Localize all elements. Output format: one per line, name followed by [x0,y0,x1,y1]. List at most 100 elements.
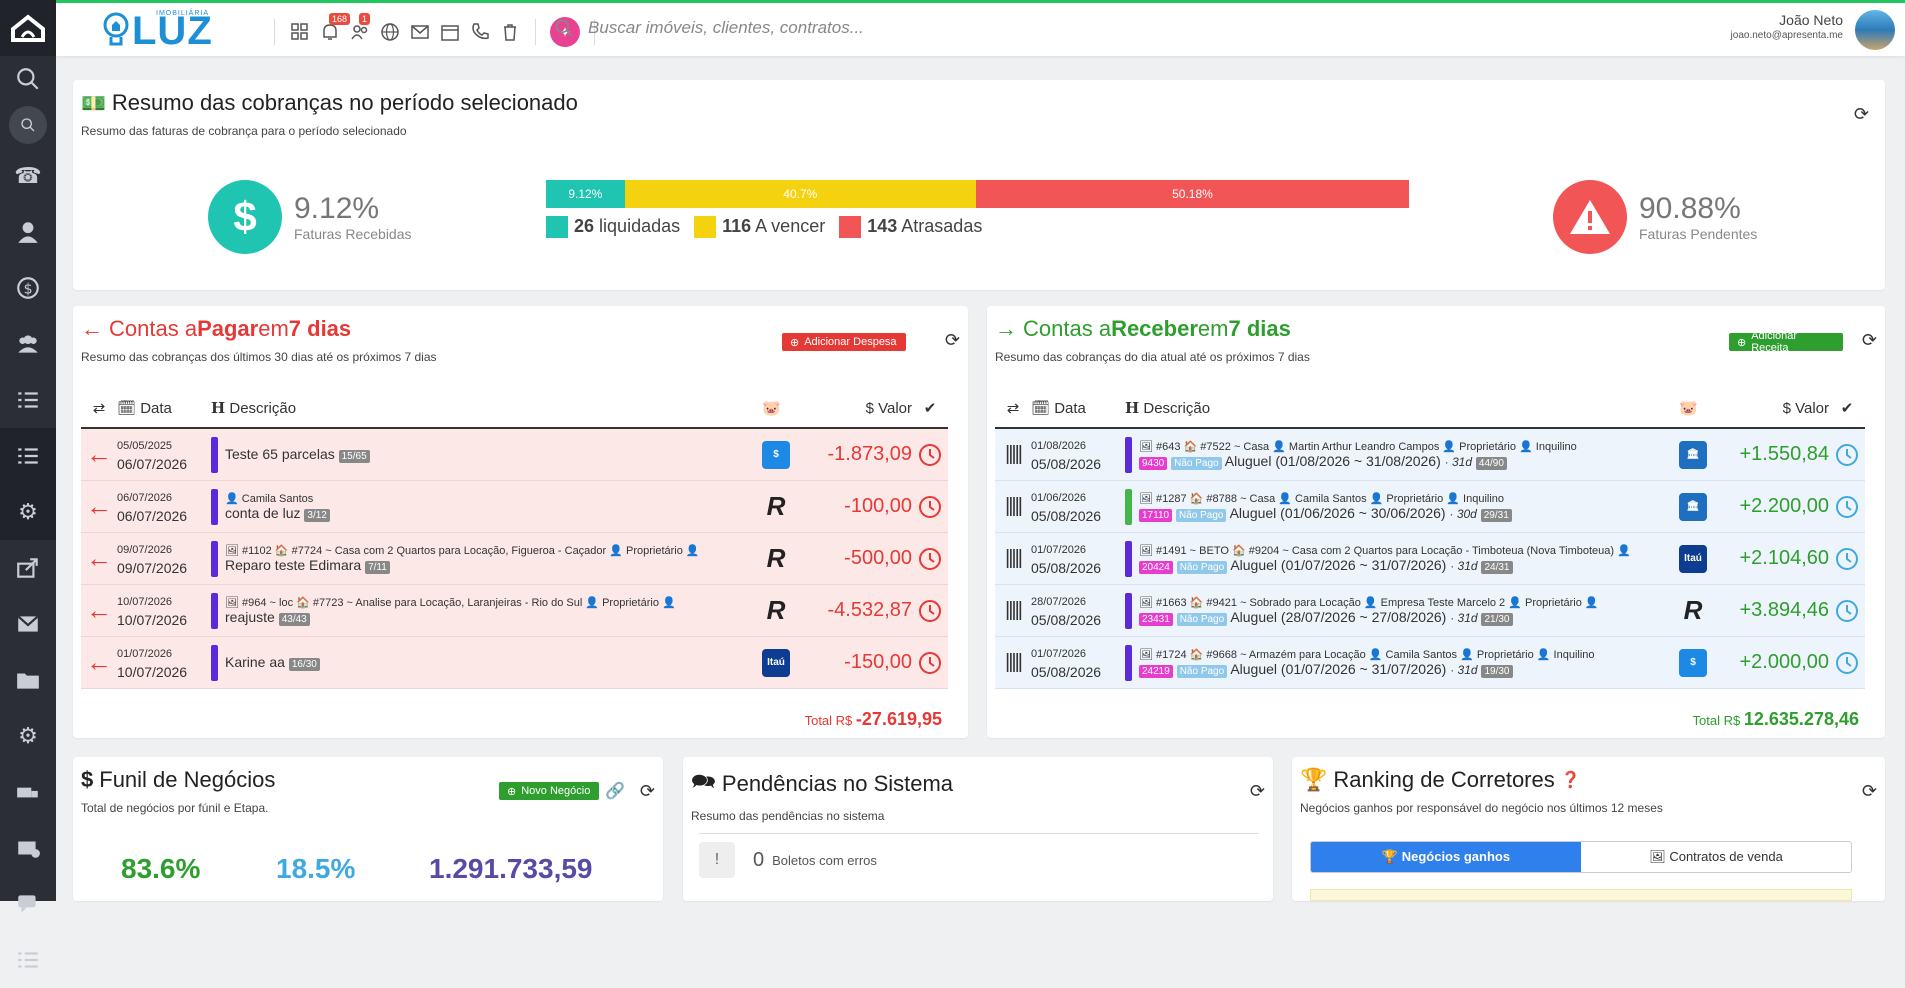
mail-settings-icon[interactable] [0,820,56,876]
barcode-icon[interactable]: ||||| [995,547,1031,570]
table-row[interactable]: ||||| 01/08/2026 05/08/2026 🖼 #643 🏠 #7522 … [995,429,1865,481]
barcode-icon[interactable]: ||||| [995,495,1031,518]
row-description: 🖼 #1102 🏠 #7724 ~ Casa com 2 Quartos par… [225,544,700,574]
add-income-button[interactable]: ⊕ Adicionar Receita [1729,330,1843,354]
help-icon[interactable]: ❓ [1561,770,1581,790]
clock-icon[interactable] [918,495,942,519]
table-row[interactable]: ||||| 01/07/2026 05/08/2026 🖼 #1724 🏠 #9668… [995,637,1865,689]
dollar-icon: $ [208,180,282,254]
globe-icon[interactable] [379,21,401,43]
settings-icon[interactable]: ⚙ [0,484,56,540]
phone-icon[interactable]: ☎ [0,148,56,204]
row-value: -4.532,87 [827,599,912,621]
progress-segment: 50.18% [975,180,1409,208]
clock-icon[interactable] [918,599,942,623]
row-description: Karine aa 16/30 [225,654,762,671]
col-date[interactable]: 🗓 Data [117,399,211,417]
legend-item[interactable]: 143 Atrasadas [839,216,982,239]
progress-segment: 40.7% [624,180,976,208]
bell-icon[interactable]: 168 [319,13,351,43]
received-pct: 9.12% [294,192,380,225]
barcode-icon[interactable]: ||||| [995,651,1031,674]
row-description: 🖼 #1491 ~ BETO 🏠 #9204 ~ Casa com 2 Quar… [1139,544,1631,574]
home-logo-icon[interactable] [0,0,56,56]
pending-label: Boletos com erros [772,852,877,868]
quick-search-button[interactable] [9,106,47,144]
finance-icon[interactable]: $ [0,260,56,316]
search-icon[interactable] [0,56,56,102]
clock-icon[interactable] [1835,495,1859,519]
list-icon[interactable] [0,932,56,988]
logo-subtitle: IMOBILIÁRIA [156,10,210,17]
table-row[interactable]: ← 05/05/2025 06/07/2026 Teste 65 parcelas 1… [81,429,948,481]
user-info[interactable]: João Neto joao.neto@apresenta.me [1731,12,1843,41]
clock-icon[interactable] [918,651,942,675]
col-description[interactable]: H Descrição [1125,399,1679,417]
pending-pct: 90.88% [1639,192,1741,225]
gears-icon[interactable]: ⚙ [0,708,56,764]
tasks-icon[interactable] [0,428,56,484]
col-date[interactable]: 🗓 Data [1031,399,1125,417]
bank-logo-icon: Itaú [762,648,790,677]
col-value[interactable]: $ Valor [1709,400,1829,417]
user-icon[interactable] [0,204,56,260]
summary-card: 💵 Resumo das cobranças no período selecio… [73,80,1885,290]
new-deal-button[interactable]: ⊕ Novo Negócio [499,782,599,800]
progress-segment: 9.12% [546,180,625,208]
payables-header: ⇄ 🗓 Data H Descrição 🐷 $ Valor ✔ [81,389,948,429]
ranking-title: 🏆 Ranking de Corretores ❓ [1300,767,1581,792]
global-search[interactable]: Buscar imóveis, clientes, contratos... [554,18,864,38]
ranking-panel [1310,889,1852,901]
phone-icon[interactable] [469,21,491,43]
folder-icon[interactable] [0,652,56,708]
tab-contratos-venda[interactable]: 🖼 Contratos de venda [1581,842,1851,872]
search-input[interactable]: Buscar imóveis, clientes, contratos... [588,18,864,38]
arrow-left-icon: ← [86,439,112,469]
legend-item[interactable]: 26 liquidadas [546,216,680,239]
clock-icon[interactable] [1835,599,1859,623]
clock-icon[interactable] [918,547,942,571]
refresh-icon[interactable]: ⟳ [640,781,655,802]
refresh-icon[interactable]: ⟳ [1250,781,1265,802]
barcode-icon[interactable]: ||||| [995,599,1031,622]
link-icon[interactable]: 🔗 [605,781,625,801]
trash-icon[interactable] [499,21,521,43]
barcode-icon[interactable]: ||||| [995,443,1031,466]
col-value[interactable]: $ Valor [792,400,912,417]
refresh-icon[interactable]: ⟳ [945,330,960,351]
legend-item[interactable]: 116 A vencer [694,216,825,239]
calendar-icon[interactable] [439,21,461,43]
tab-negocios-ganhos[interactable]: 🏆 Negócios ganhos [1311,842,1581,872]
bank-logo-icon: $ [762,440,790,469]
clock-icon[interactable] [1835,651,1859,675]
truck-icon[interactable] [0,764,56,820]
share-icon[interactable] [0,540,56,596]
payables-card: ← Contas a Pagar em 7 dias Resumo das cob… [73,306,968,738]
checklist-icon[interactable] [0,372,56,428]
company-logo[interactable]: IMOBILIÁRIA LUZ [100,7,213,55]
table-row[interactable]: ← 01/07/2026 10/07/2026 Karine aa 16/30 Itaú… [81,637,948,689]
col-description[interactable]: H Descrição [211,399,762,417]
table-row[interactable]: ||||| 01/06/2026 05/08/2026 🖼 #1287 🏠 #8788… [995,481,1865,533]
refresh-icon[interactable]: ⟳ [1862,781,1877,802]
list-item[interactable]: ! 0 Boletos com erros [699,833,1259,878]
users-online-icon[interactable]: 1 [349,13,371,43]
chat-icon[interactable] [0,876,56,932]
refresh-icon[interactable]: ⟳ [1862,330,1877,351]
users-icon[interactable] [0,316,56,372]
clock-icon[interactable] [918,443,942,467]
clock-icon[interactable] [1835,547,1859,571]
table-row[interactable]: ← 06/07/2026 06/07/2026 👤 Camila Santos cont… [81,481,948,533]
add-expense-label[interactable]: ⊕ Adicionar Despesa [782,333,906,351]
clock-icon[interactable] [1835,443,1859,467]
pending-label: Faturas Pendentes [1639,226,1758,242]
mail-icon[interactable] [0,596,56,652]
table-row[interactable]: ||||| 01/07/2026 05/08/2026 🖼 #1491 ~ BETO … [995,533,1865,585]
table-row[interactable]: ← 09/07/2026 09/07/2026 🖼 #1102 🏠 #7724 ~ C… [81,533,948,585]
table-row[interactable]: ← 10/07/2026 10/07/2026 🖼 #964 ~ loc 🏠 #772… [81,585,948,637]
envelope-icon[interactable] [409,21,431,43]
apps-grid-icon[interactable] [289,21,311,43]
avatar[interactable] [1853,8,1897,52]
refresh-icon[interactable]: ⟳ [1854,104,1869,125]
table-row[interactable]: ||||| 28/07/2026 05/08/2026 🖼 #1663 🏠 #9421… [995,585,1865,637]
